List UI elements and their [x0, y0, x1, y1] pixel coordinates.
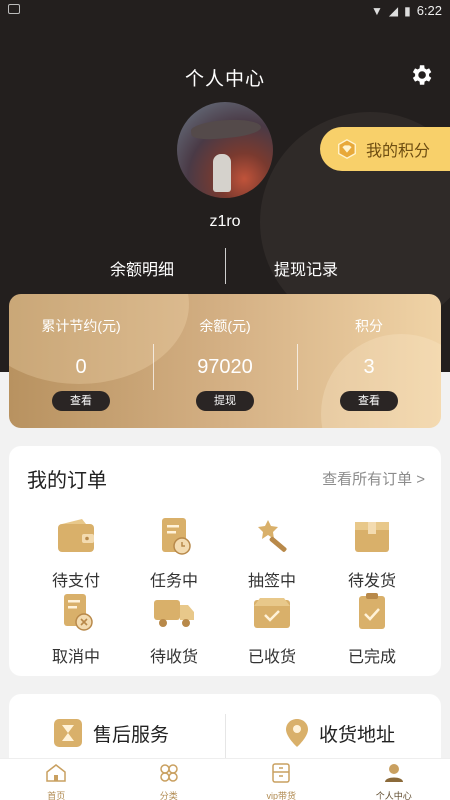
- order-pending-receipt[interactable]: 待收货: [129, 592, 219, 667]
- stat-value: 3: [363, 356, 375, 378]
- delivery-truck-icon: [154, 600, 194, 627]
- order-label: 已收货: [247, 649, 296, 666]
- order-received[interactable]: 已收货: [227, 592, 317, 667]
- order-completed[interactable]: 已完成: [327, 592, 417, 667]
- order-label: 取消中: [51, 649, 100, 666]
- clipboard-clock-icon: [162, 518, 191, 555]
- stat-balance: 余额(元) 97020 提现: [153, 294, 297, 428]
- avatar-ship: [190, 116, 262, 142]
- settings-gear-icon[interactable]: [408, 62, 434, 88]
- tab-label: 首页: [47, 791, 66, 800]
- view-points-button[interactable]: 查看: [340, 391, 398, 411]
- wifi-icon: ▼: [370, 3, 383, 18]
- stat-value: 97020: [197, 356, 253, 378]
- my-points-button[interactable]: 我的积分: [320, 127, 450, 171]
- links-divider: [225, 248, 226, 284]
- home-icon: [46, 764, 66, 782]
- clover-category-icon: [160, 764, 178, 782]
- order-in-task[interactable]: 任务中: [129, 516, 219, 591]
- points-badge-icon: [338, 139, 356, 159]
- balance-links-row: 余额明细 提现记录: [0, 248, 450, 284]
- order-label: 任务中: [149, 573, 198, 590]
- tab-category[interactable]: 分类: [113, 759, 226, 800]
- order-label: 已完成: [347, 649, 396, 666]
- stat-value: 0: [75, 356, 87, 378]
- tab-label: 个人中心: [375, 791, 412, 800]
- withdraw-record-link[interactable]: 提现记录: [274, 256, 338, 280]
- wallet-icon: [58, 519, 94, 552]
- my-points-label: 我的积分: [366, 143, 431, 160]
- withdraw-button[interactable]: 提现: [196, 391, 254, 411]
- tab-label: 分类: [159, 791, 178, 800]
- stat-savings: 累计节约(元) 0 查看: [9, 294, 153, 428]
- screenshot-notification-icon: [8, 4, 20, 14]
- shipping-address-label: 收货地址: [319, 724, 396, 746]
- order-label: 抽签中: [247, 573, 296, 590]
- tab-vip-sales[interactable]: vip带货: [225, 759, 338, 800]
- cabinet-icon: [272, 763, 290, 783]
- stats-card: 累计节约(元) 0 查看 余额(元) 97020 提现 积分 3 查看: [9, 294, 441, 428]
- package-box-icon: [355, 522, 389, 552]
- orders-title: 我的订单: [27, 470, 107, 492]
- balance-detail-link[interactable]: 余额明细: [110, 256, 174, 280]
- order-label: 待发货: [347, 573, 396, 590]
- magic-wand-icon: [258, 520, 287, 552]
- username: z1ro: [209, 213, 241, 230]
- view-savings-button[interactable]: 查看: [52, 391, 110, 411]
- document-cancel-icon: [64, 594, 93, 631]
- stat-label: 余额(元): [199, 318, 251, 334]
- stat-points: 积分 3 查看: [297, 294, 441, 428]
- after-sales-service-button[interactable]: 售后服务: [53, 718, 169, 748]
- tab-label: vip带货: [266, 791, 296, 800]
- user-profile-icon: [384, 764, 403, 782]
- signal-icon: ◢: [388, 3, 399, 18]
- hourglass-icon: [54, 719, 82, 747]
- order-pending-payment[interactable]: 待支付: [31, 516, 121, 591]
- order-label: 待支付: [51, 573, 100, 590]
- status-bar: ▼ ◢ ▮ 6:22: [0, 0, 450, 22]
- order-in-lottery[interactable]: 抽签中: [227, 516, 317, 591]
- tab-home[interactable]: 首页: [0, 759, 113, 800]
- shipping-address-button[interactable]: 收货地址: [285, 718, 395, 748]
- avatar[interactable]: [177, 102, 273, 198]
- stat-label: 积分: [355, 318, 383, 334]
- order-cancelling[interactable]: 取消中: [31, 592, 121, 667]
- avatar-figure: [213, 154, 231, 192]
- after-sales-label: 售后服务: [93, 724, 170, 746]
- page-title: 个人中心: [184, 69, 265, 90]
- stat-label: 累计节约(元): [41, 318, 121, 334]
- location-pin-icon: [286, 719, 308, 747]
- bottom-tab-bar: 首页 分类 vip带货 个人中心: [0, 758, 450, 800]
- status-time: 6:22: [416, 3, 442, 18]
- box-check-icon: [254, 598, 290, 628]
- clipboard-check-icon: [359, 593, 385, 629]
- view-all-orders-link[interactable]: 查看所有订单 >: [322, 468, 425, 489]
- battery-icon: ▮: [404, 3, 411, 18]
- order-pending-shipment[interactable]: 待发货: [327, 516, 417, 591]
- my-orders-card: 我的订单 查看所有订单 > 待支付 任务中 抽签中 待发货 取消中 待收货 已收…: [9, 446, 441, 676]
- order-label: 待收货: [149, 649, 198, 666]
- tab-profile[interactable]: 个人中心: [338, 759, 450, 800]
- services-divider: [225, 714, 226, 764]
